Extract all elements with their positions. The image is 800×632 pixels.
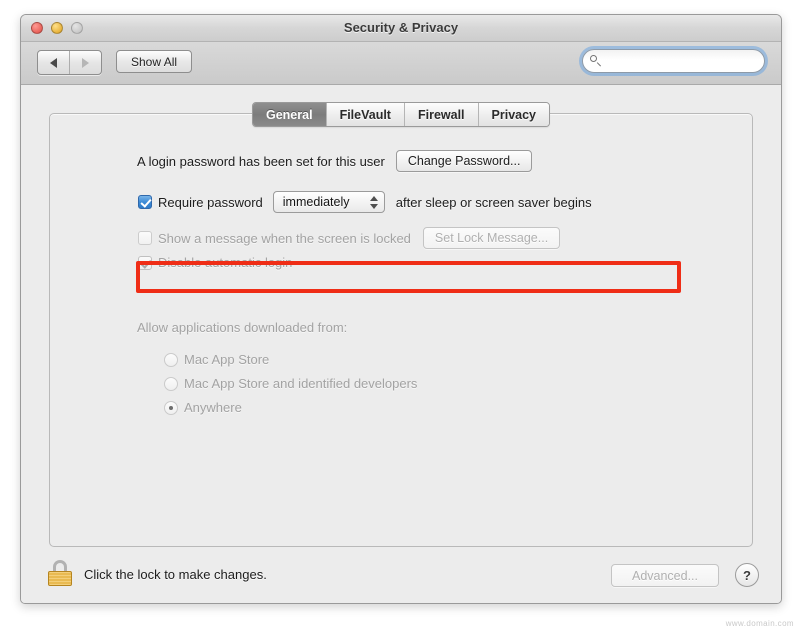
require-password-suffix-label: after sleep or screen saver begins bbox=[395, 194, 592, 210]
help-button[interactable]: ? bbox=[735, 563, 759, 587]
set-lock-message-button[interactable]: Set Lock Message... bbox=[422, 227, 561, 249]
allow-apps-option-label: Mac App Store and identified developers bbox=[184, 376, 418, 391]
lock-closed-icon[interactable] bbox=[48, 560, 72, 586]
allow-apps-option-identified-developers[interactable]: Mac App Store and identified developers bbox=[164, 376, 417, 391]
chevron-up-icon bbox=[369, 195, 378, 201]
login-password-status-label: A login password has been set for this u… bbox=[137, 153, 385, 169]
show-lock-message-label: Show a message when the screen is locked bbox=[158, 230, 411, 246]
radio-identified-developers-icon bbox=[164, 376, 178, 391]
require-password-label: Require password bbox=[158, 194, 263, 210]
require-password-checkbox[interactable] bbox=[138, 195, 152, 209]
back-button[interactable] bbox=[38, 51, 69, 74]
window-footer: Click the lock to make changes. Advanced… bbox=[21, 547, 781, 603]
watermark-text: www.domain.com bbox=[725, 619, 794, 628]
chevron-down-icon bbox=[369, 203, 378, 209]
allow-apps-option-label: Mac App Store bbox=[184, 352, 270, 367]
allow-apps-heading: Allow applications downloaded from: bbox=[137, 320, 348, 335]
back-arrow-icon bbox=[50, 57, 57, 68]
radio-mac-app-store-icon bbox=[164, 352, 178, 367]
lock-status-label: Click the lock to make changes. bbox=[84, 567, 267, 582]
allow-apps-option-label: Anywhere bbox=[184, 400, 242, 415]
disable-automatic-login-row: Disable automatic login bbox=[138, 255, 292, 270]
require-password-delay-value: immediately bbox=[282, 195, 350, 209]
tab-firewall[interactable]: Firewall bbox=[403, 103, 478, 126]
allow-apps-option-anywhere[interactable]: Anywhere bbox=[164, 400, 242, 415]
advanced-button[interactable]: Advanced... bbox=[610, 564, 719, 587]
show-lock-message-row: Show a message when the screen is locked… bbox=[138, 227, 561, 249]
window-titlebar: Security & Privacy bbox=[21, 15, 781, 42]
search-icon bbox=[590, 55, 602, 67]
tab-general[interactable]: General bbox=[253, 103, 326, 126]
allow-apps-heading-row: Allow applications downloaded from: bbox=[137, 320, 347, 335]
show-all-button[interactable]: Show All bbox=[116, 50, 193, 73]
forward-arrow-icon bbox=[82, 57, 89, 68]
allow-apps-option-mac-app-store[interactable]: Mac App Store bbox=[164, 352, 269, 367]
search-input[interactable] bbox=[605, 54, 768, 68]
change-password-button[interactable]: Change Password... bbox=[395, 150, 533, 172]
show-lock-message-checkbox[interactable] bbox=[138, 231, 152, 245]
tab-filevault[interactable]: FileVault bbox=[325, 103, 404, 126]
security-privacy-window: Security & Privacy Show All A login pass… bbox=[20, 14, 782, 604]
forward-button[interactable] bbox=[69, 51, 101, 74]
tab-privacy[interactable]: Privacy bbox=[477, 103, 549, 126]
navigation-button-group bbox=[37, 50, 102, 75]
search-field-focus-ring bbox=[582, 49, 768, 73]
search-field[interactable] bbox=[582, 49, 768, 73]
tab-bar: General FileVault Firewall Privacy bbox=[21, 102, 781, 127]
tab-group: General FileVault Firewall Privacy bbox=[252, 102, 550, 127]
require-password-delay-dropdown[interactable]: immediately bbox=[272, 191, 385, 213]
require-password-row: Require password immediately after sleep… bbox=[138, 191, 592, 213]
disable-automatic-login-label: Disable automatic login bbox=[158, 255, 293, 270]
disable-automatic-login-checkbox[interactable] bbox=[138, 255, 152, 270]
radio-anywhere-icon bbox=[164, 400, 178, 415]
tab-content-panel: A login password has been set for this u… bbox=[49, 113, 753, 547]
window-title: Security & Privacy bbox=[343, 20, 459, 35]
stepper-arrows-icon bbox=[366, 192, 382, 212]
window-body: A login password has been set for this u… bbox=[21, 85, 781, 603]
window-toolbar: Show All bbox=[21, 42, 781, 85]
lock-body-shape bbox=[48, 571, 72, 586]
general-pane: A login password has been set for this u… bbox=[50, 114, 752, 546]
login-password-row: A login password has been set for this u… bbox=[137, 150, 533, 172]
